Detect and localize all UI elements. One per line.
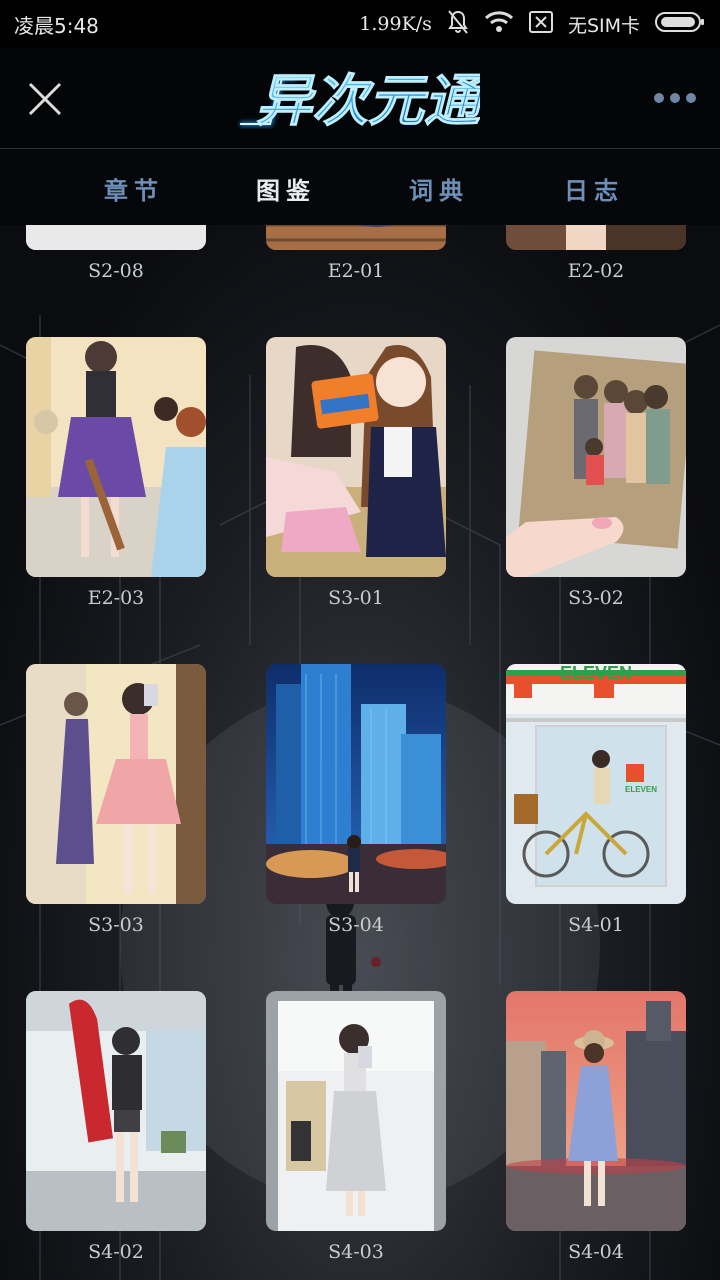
card-label: S3-02: [568, 587, 624, 609]
gallery-card-partial[interactable]: [26, 225, 206, 250]
mute-bell-icon: [446, 9, 470, 40]
gallery-card-s3-02[interactable]: [506, 337, 686, 577]
card-label: S2-08: [88, 260, 144, 282]
card-label: S3-01: [328, 587, 384, 609]
store-sign-text: ELEVEN: [560, 664, 632, 683]
card-label: S3-03: [88, 914, 144, 936]
card-image: [506, 991, 686, 1231]
card-label: S4-04: [568, 1241, 624, 1263]
status-time: 凌晨5:48: [14, 13, 99, 38]
app-logo: 异次元通讯: [230, 60, 541, 138]
card-label: S4-03: [328, 1241, 384, 1263]
card-image: [266, 991, 446, 1231]
card-image: [26, 664, 206, 904]
status-right: 1.99K/s 无SIM卡: [359, 9, 706, 40]
net-speed: 1.99K/s: [359, 13, 432, 35]
logo-text: 异次元通讯: [256, 69, 480, 134]
card-image: [266, 337, 446, 577]
store-logo-text: ELEVEN: [625, 785, 657, 794]
gallery-card-s3-03[interactable]: [26, 664, 206, 904]
card-label: S4-01: [568, 914, 624, 936]
gallery-card-s4-04[interactable]: [506, 991, 686, 1231]
more-dots-icon: [654, 93, 696, 103]
card-label: S3-04: [328, 914, 384, 936]
card-label: E2-01: [327, 260, 385, 282]
card-image: [26, 337, 206, 577]
tab-dictionary[interactable]: 词典: [409, 171, 469, 206]
status-bar: 凌晨5:48 1.99K/s 无SIM卡: [0, 0, 720, 48]
more-button[interactable]: [652, 88, 698, 108]
card-image: [506, 337, 686, 577]
gallery-card-e2-03[interactable]: [26, 337, 206, 577]
gallery-card-s3-01[interactable]: [266, 337, 446, 577]
card-label: S4-02: [88, 1241, 144, 1263]
app-header: 异次元通讯: [0, 48, 720, 149]
gallery-card-s3-04[interactable]: [266, 664, 446, 904]
sim-status: 无SIM卡: [567, 14, 640, 37]
close-button[interactable]: [22, 76, 68, 122]
card-label: E2-02: [567, 260, 625, 282]
tab-chapters[interactable]: 章节: [104, 171, 164, 206]
gallery-area[interactable]: S2-08 E2-01 E2-02 E2-03 S3-01 S3-02 ELEV…: [0, 225, 720, 1280]
gallery-card-s4-03[interactable]: [266, 991, 446, 1231]
card-image: ELEVEN ELEVEN: [506, 664, 686, 904]
no-sim-icon: [528, 10, 554, 39]
card-image: [26, 991, 206, 1231]
gallery-card-partial[interactable]: [266, 225, 446, 250]
tab-gallery[interactable]: 图鉴: [256, 171, 316, 206]
battery-icon: [654, 10, 706, 39]
gallery-card-s4-02[interactable]: [26, 991, 206, 1231]
gallery-card-s4-01[interactable]: ELEVEN ELEVEN: [506, 664, 686, 904]
tab-bar: 章节 图鉴 词典 日志: [0, 149, 720, 225]
wifi-icon: [484, 10, 514, 38]
close-icon: [28, 82, 62, 116]
gallery-card-partial[interactable]: [506, 225, 686, 250]
card-label: E2-03: [87, 587, 145, 609]
card-image: [266, 664, 446, 904]
tab-log[interactable]: 日志: [564, 171, 624, 206]
